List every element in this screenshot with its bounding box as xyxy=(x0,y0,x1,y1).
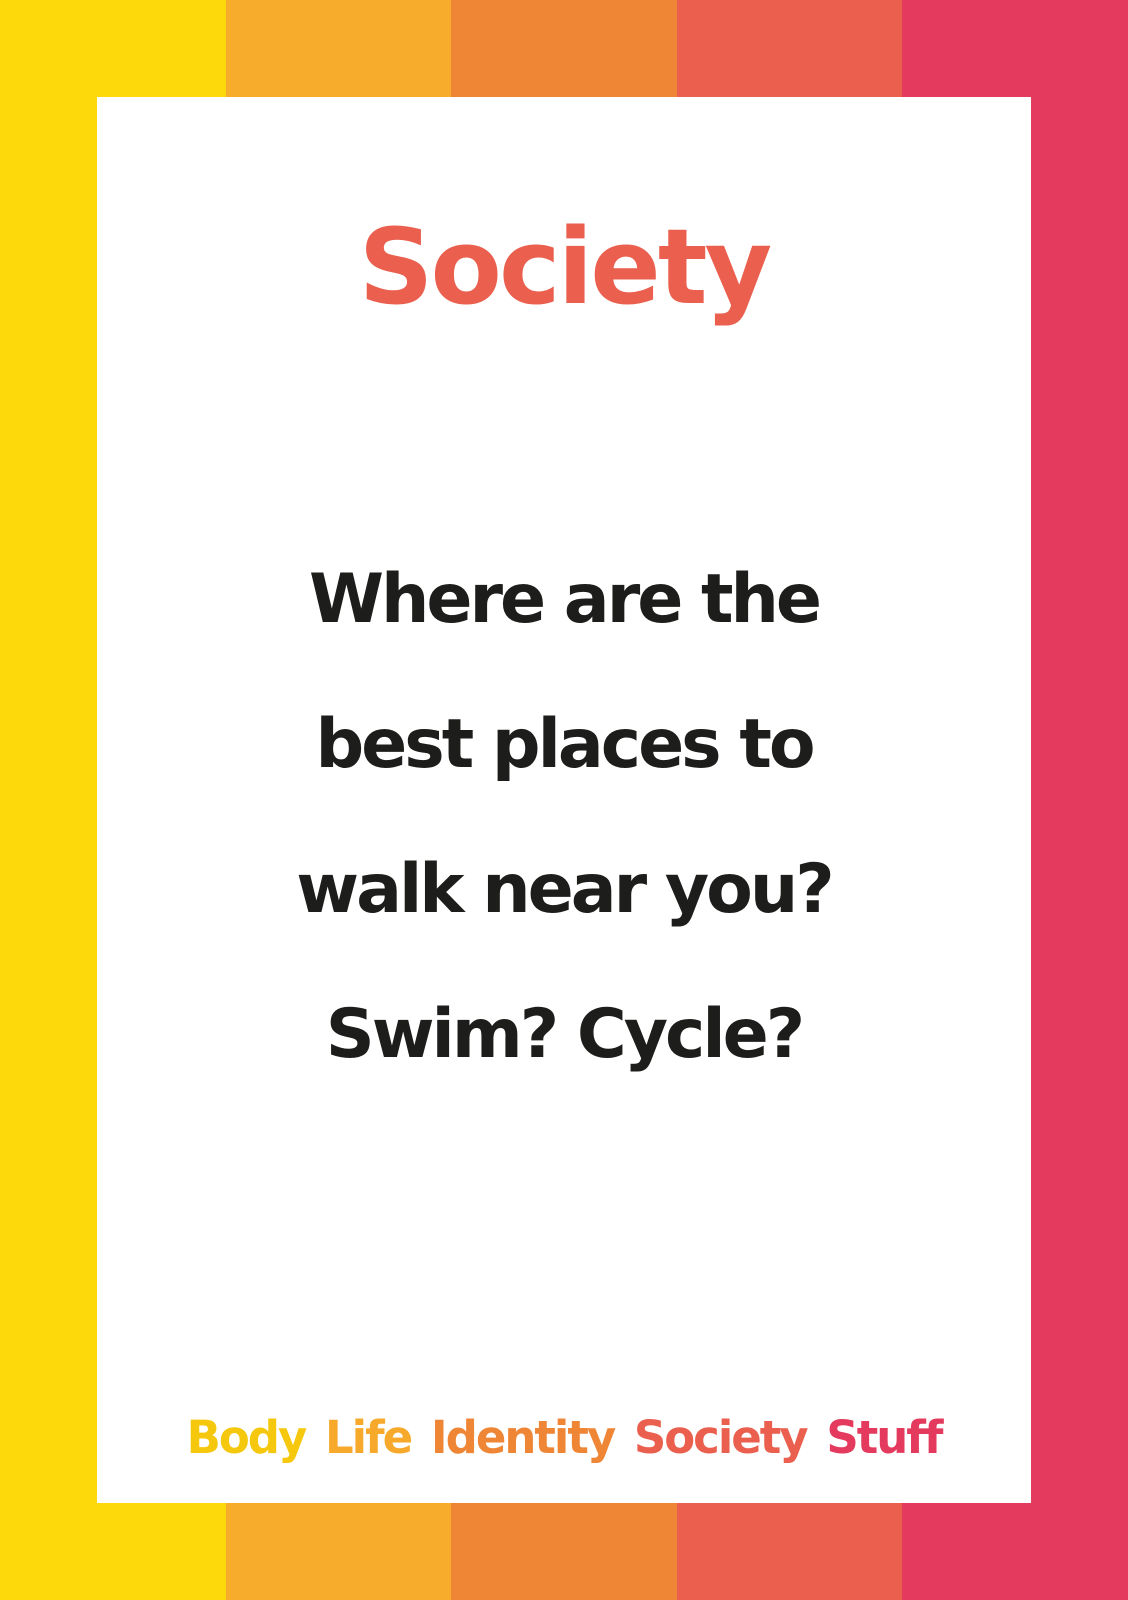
category-society: Society xyxy=(633,1411,809,1464)
category-life: Life xyxy=(325,1411,413,1464)
question-line: walk near you? xyxy=(296,850,834,929)
category-stuff: Stuff xyxy=(826,1411,943,1464)
question-text: Where are the best places to walk near y… xyxy=(137,527,991,1107)
question-line: Swim? Cycle? xyxy=(325,995,806,1074)
question-card: Society Where are the best places to wal… xyxy=(97,97,1031,1503)
category-footer: Body Life Identity Society Stuff xyxy=(97,1411,1031,1464)
question-line: best places to xyxy=(315,705,815,784)
card-title: Society xyxy=(358,206,773,328)
category-identity: Identity xyxy=(430,1411,616,1464)
question-line: Where are the xyxy=(308,560,822,639)
category-body: Body xyxy=(186,1411,308,1464)
